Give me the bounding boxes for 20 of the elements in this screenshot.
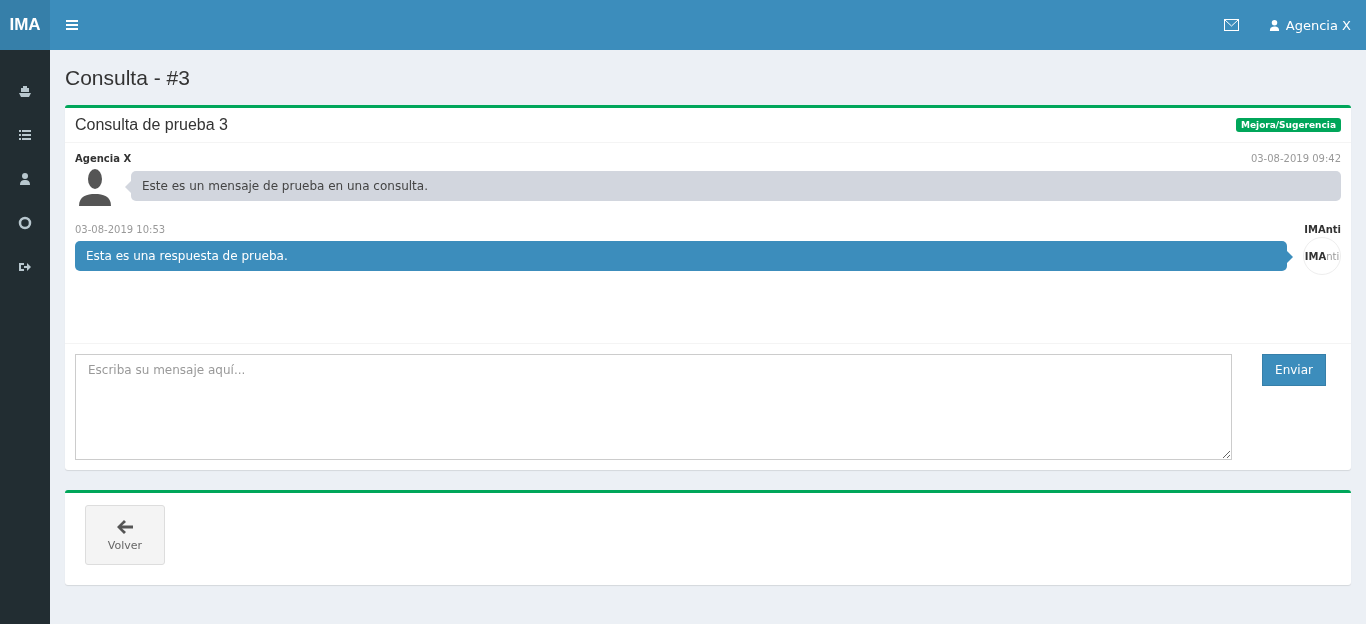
sign-out-icon[interactable] [18, 260, 32, 274]
menu-icon[interactable] [66, 20, 78, 30]
message-time: 03-08-2019 09:42 [1250, 153, 1341, 164]
user-icon[interactable] [18, 172, 32, 186]
send-button[interactable]: Enviar [1262, 354, 1326, 386]
category-tag: Mejora/Sugerencia [1236, 118, 1341, 132]
message-time: 03-08-2019 10:53 [75, 224, 166, 235]
arrow-left-icon [116, 518, 134, 535]
list-icon[interactable] [18, 128, 32, 142]
page-title: Consulta - #3 [65, 66, 191, 90]
user-name[interactable]: Agencia X [1285, 17, 1351, 33]
thread-title: Consulta de prueba 3 [75, 116, 228, 134]
ship-icon[interactable] [18, 84, 32, 98]
brand-logo[interactable]: IMA [0, 0, 50, 50]
envelope-icon[interactable] [1223, 19, 1239, 31]
message-author: Agencia X [75, 153, 132, 164]
message-author: IMAnti [1304, 224, 1341, 235]
user-icon[interactable] [1268, 19, 1280, 31]
message-field[interactable]: Escriba su mensaje aquí... [75, 354, 1233, 460]
back-button[interactable]: Volver [85, 505, 165, 565]
